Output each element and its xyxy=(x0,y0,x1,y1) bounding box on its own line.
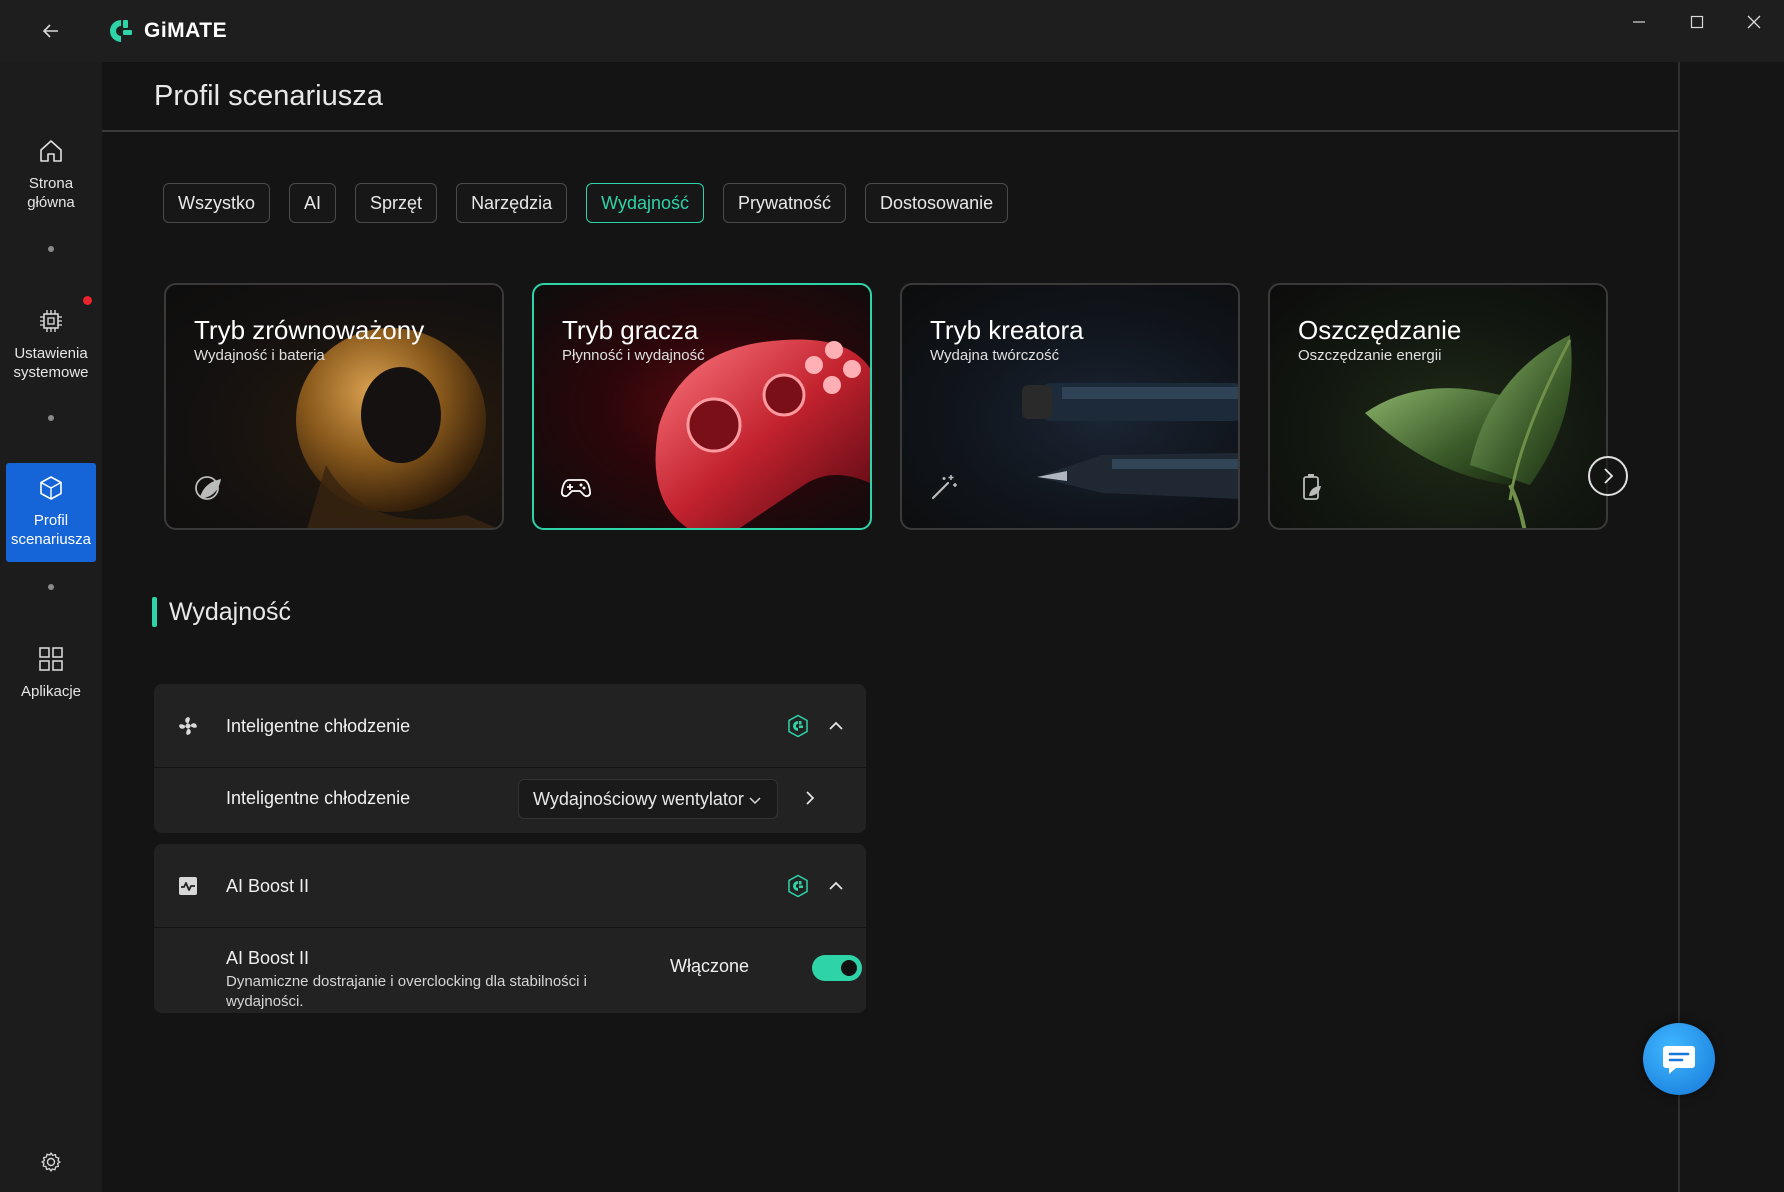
gimate-logo-icon xyxy=(110,20,132,42)
card-title: Oszczędzanie xyxy=(1298,315,1462,345)
separator-dot xyxy=(48,584,54,590)
gimate-badge-icon xyxy=(788,874,808,898)
tab-ai[interactable]: AI xyxy=(289,183,337,223)
sidebar: Strona główna Ustawienia systemowe Profi… xyxy=(0,62,102,1192)
sidebar-item-system-settings[interactable]: Ustawienia systemowe xyxy=(6,302,96,392)
sidebar-item-label: Profil xyxy=(33,512,69,529)
home-icon xyxy=(40,140,62,162)
card-creator-mode[interactable]: Tryb kreatora Wydajna twórczość xyxy=(900,283,1240,530)
card-subtitle: Wydajna twórczość xyxy=(930,347,1060,364)
card-subtitle: Wydajność i bateria xyxy=(194,347,325,364)
panel-header[interactable]: Inteligentne chłodzenie xyxy=(154,684,866,768)
card-subtitle: Oszczędzanie energii xyxy=(1298,347,1442,364)
panel-ai-boost: AI Boost II AI Boost II Dynamiczne dostr… xyxy=(154,844,866,1013)
panel-title: AI Boost II xyxy=(226,876,310,896)
gamepad-icon xyxy=(560,479,592,498)
chevron-right-icon xyxy=(1604,468,1614,484)
tab-all[interactable]: Wszystko xyxy=(163,183,271,223)
right-gutter xyxy=(1680,62,1784,1192)
maximize-icon xyxy=(1690,15,1704,29)
chat-bubble-icon xyxy=(1663,1046,1695,1074)
ai-boost-toggle[interactable] xyxy=(812,955,862,981)
card-gamer-mode[interactable]: Tryb gracza Płynność i wydajność xyxy=(532,283,872,530)
section-accent-bar xyxy=(152,597,157,627)
toggle-knob xyxy=(841,960,857,976)
back-button[interactable] xyxy=(36,16,66,46)
minimize-icon xyxy=(1633,21,1645,23)
minimize-button[interactable] xyxy=(1612,6,1666,38)
toggle-state-label: Włączone xyxy=(670,956,750,976)
title-bar: GiMATE xyxy=(0,0,1784,62)
category-tabs: Wszystko AI Sprzęt Narzędzia Wydajność P… xyxy=(163,183,1009,223)
pulse-chart-icon xyxy=(179,877,197,895)
panel-header[interactable]: AI Boost II xyxy=(154,844,866,928)
card-balanced-mode[interactable]: Tryb zrównoważony Wydajność i bateria xyxy=(164,283,504,530)
card-title: Tryb kreatora xyxy=(930,315,1084,345)
tab-tools[interactable]: Narzędzia xyxy=(456,183,568,223)
card-saving-mode[interactable]: Oszczędzanie Oszczędzanie energii xyxy=(1268,283,1608,530)
separator-dot xyxy=(48,415,54,421)
setting-description: Dynamiczne dostrajanie i overclocking dl… xyxy=(226,973,588,1010)
sidebar-item-label: Aplikacje xyxy=(20,683,82,700)
sidebar-item-label: Ustawienia xyxy=(14,345,88,362)
chevron-up-icon[interactable] xyxy=(826,716,846,736)
chevron-down-icon xyxy=(749,797,761,805)
carousel-next-button[interactable] xyxy=(1588,456,1628,496)
chip-icon xyxy=(40,310,62,332)
tab-hardware[interactable]: Sprzęt xyxy=(355,183,438,223)
battery-leaf-icon xyxy=(1303,474,1321,500)
chevron-right-icon[interactable] xyxy=(800,788,820,808)
sidebar-item-label: główna xyxy=(27,194,75,211)
apps-grid-icon xyxy=(39,647,63,671)
chevron-up-icon[interactable] xyxy=(826,876,846,896)
app-logo: GiMATE xyxy=(108,18,227,44)
card-title: Tryb zrównoważony xyxy=(194,315,425,345)
page-title: Profil scenariusza xyxy=(154,80,383,112)
cube-icon xyxy=(40,476,62,500)
sidebar-item-label: systemowe xyxy=(13,364,89,381)
sidebar-item-scenario-profile[interactable]: Profil scenariusza xyxy=(6,463,96,562)
app-name: GiMATE xyxy=(144,19,228,42)
card-subtitle: Płynność i wydajność xyxy=(562,347,705,364)
gimate-badge-icon xyxy=(788,714,808,738)
title-divider xyxy=(102,130,1680,132)
notification-dot xyxy=(83,296,92,305)
tab-customization[interactable]: Dostosowanie xyxy=(865,183,1009,223)
sidebar-item-home[interactable]: Strona główna xyxy=(6,132,96,222)
section-header: Wydajność xyxy=(152,597,291,627)
maximize-button[interactable] xyxy=(1670,6,1724,38)
setting-label: AI Boost II xyxy=(226,948,310,968)
panel-intelligent-cooling: Inteligentne chłodzenie Inteligentne chł… xyxy=(154,684,866,833)
panel-title: Inteligentne chłodzenie xyxy=(226,716,411,736)
sidebar-item-label: scenariusza xyxy=(10,531,92,548)
sidebar-item-label: Strona xyxy=(28,175,74,192)
card-title: Tryb gracza xyxy=(562,315,699,345)
settings-button[interactable] xyxy=(38,1149,64,1175)
section-title: Wydajność xyxy=(169,597,292,626)
chat-button[interactable] xyxy=(1643,1023,1715,1095)
separator-dot xyxy=(48,246,54,252)
tab-privacy[interactable]: Prywatność xyxy=(722,183,847,223)
close-button[interactable] xyxy=(1727,6,1781,38)
gear-icon xyxy=(41,1152,61,1172)
arrow-left-icon xyxy=(42,24,58,38)
dropdown-value: Wydajnościowy wentylator xyxy=(533,788,744,809)
fan-icon xyxy=(179,717,197,735)
magic-wand-icon xyxy=(931,475,957,500)
setting-label: Inteligentne chłodzenie xyxy=(226,788,411,808)
close-icon xyxy=(1747,15,1761,29)
fan-mode-dropdown[interactable]: Wydajnościowy wentylator xyxy=(518,779,778,819)
sidebar-item-apps[interactable]: Aplikacje xyxy=(6,640,96,710)
balance-leaf-icon xyxy=(195,476,221,500)
main-content: Profil scenariusza Wszystko AI Sprzęt Na… xyxy=(102,62,1680,1192)
tab-performance[interactable]: Wydajność xyxy=(586,183,704,223)
